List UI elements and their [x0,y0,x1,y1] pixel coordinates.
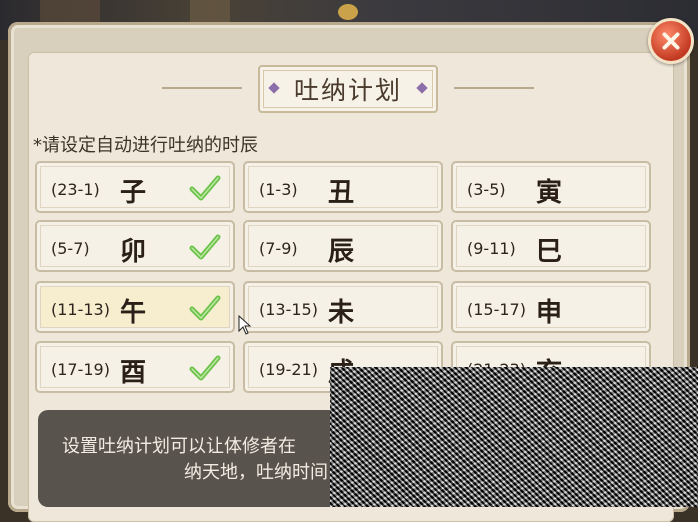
time-slot-name: 辰 [328,237,355,267]
time-slot-range: (11-13) [51,300,110,319]
time-slot-3[interactable]: (3-5) 寅 [451,161,651,213]
time-slot-5[interactable]: (7-9) 辰 [243,220,443,272]
time-slot-range: (1-3) [259,180,298,199]
time-slot-grid: (23-1) 子 (1-3) 丑 (3-5) 寅 (5-7) 卯 (7-9) 辰 (9-11) 巳 (1… [35,161,653,393]
tooltip-line-1: 设置吐纳计划可以让体修者在 [62,436,296,457]
time-slot-name: 酉 [120,358,147,388]
time-slot-range: (5-7) [51,239,90,258]
time-slot-range: (3-5) [467,180,506,199]
time-slot-2[interactable]: (1-3) 丑 [243,161,443,213]
checkmark-icon [189,355,221,381]
time-slot-name: 未 [328,298,355,328]
time-slot-8[interactable]: (13-15) 未 [243,281,443,333]
time-slot-range: (19-21) [259,360,318,379]
diamond-ornament-icon [268,82,280,94]
obscured-region [330,367,698,507]
time-slot-1[interactable]: (23-1) 子 [35,161,235,213]
checkmark-icon [189,295,221,321]
time-slot-range: (7-9) [259,239,298,258]
time-slot-7[interactable]: (11-13) 午 [35,281,235,333]
dialog-title: 吐纳计划 [293,76,402,105]
time-slot-name: 丑 [328,178,355,208]
instruction-text: *请设定自动进行吐纳的时辰 [33,135,258,156]
close-button[interactable] [648,18,694,64]
time-slot-range: (17-19) [51,360,110,379]
time-slot-9[interactable]: (15-17) 申 [451,281,651,333]
checkmark-icon [189,234,221,260]
dialog-title-frame: 吐纳计划 [162,62,534,116]
tooltip-line-2: 纳天地，吐纳时间 [184,462,328,483]
time-slot-name: 寅 [536,178,563,208]
time-slot-name: 午 [120,298,147,328]
time-slot-range: (15-17) [467,300,526,319]
checkmark-icon [189,175,221,201]
title-box: 吐纳计划 [258,65,438,113]
time-slot-10[interactable]: (17-19) 酉 [35,341,235,393]
time-slot-name: 申 [536,298,563,328]
time-slot-name: 子 [120,178,147,208]
time-slot-name: 巳 [536,237,563,267]
time-slot-name: 卯 [120,237,147,267]
time-slot-range: (13-15) [259,300,318,319]
diamond-ornament-icon [416,82,428,94]
close-icon [662,32,680,50]
time-slot-4[interactable]: (5-7) 卯 [35,220,235,272]
time-slot-range: (23-1) [51,180,100,199]
title-ornament-right [454,87,534,89]
mouse-cursor-icon [238,315,252,335]
background-lantern [338,4,358,20]
time-slot-range: (9-11) [467,239,516,258]
title-ornament-left [162,87,242,89]
time-slot-6[interactable]: (9-11) 巳 [451,220,651,272]
